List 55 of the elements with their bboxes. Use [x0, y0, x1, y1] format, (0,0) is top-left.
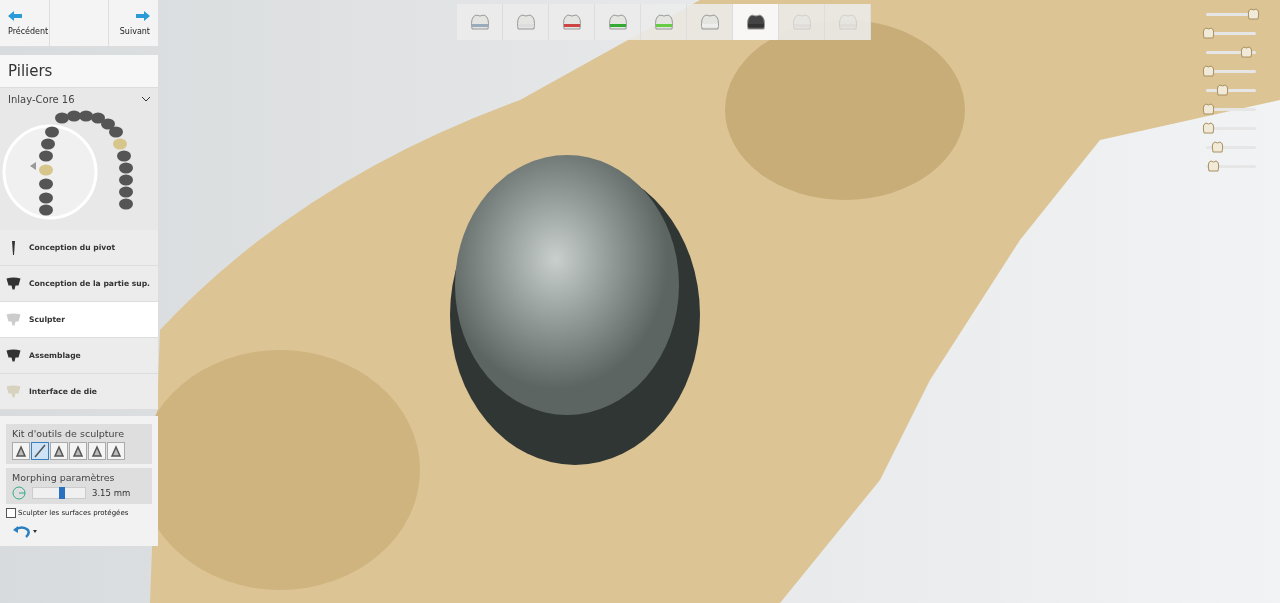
- tooth-icon[interactable]: [1202, 103, 1215, 116]
- abutment-icon: [6, 349, 21, 362]
- sculpt-tool[interactable]: [31, 442, 49, 460]
- sculpt-tool[interactable]: [107, 442, 125, 460]
- workflow-tool[interactable]: [733, 4, 779, 40]
- tooth[interactable]: [91, 112, 105, 124]
- morphing-title: Morphing paramètres: [12, 472, 116, 483]
- sculpt-tool[interactable]: [12, 442, 30, 460]
- tooth-icon[interactable]: [1240, 46, 1254, 59]
- tooth[interactable]: [45, 126, 59, 138]
- tooth[interactable]: [119, 162, 133, 174]
- tooth-icon[interactable]: [1206, 160, 1220, 173]
- morphing-slider[interactable]: [32, 487, 86, 499]
- tooth[interactable]: [39, 178, 53, 190]
- tooth[interactable]: [39, 204, 53, 216]
- tooth-icon[interactable]: [1202, 27, 1215, 40]
- undo-icon: [12, 524, 38, 538]
- tooth[interactable]: [55, 112, 69, 124]
- tooth-icon[interactable]: [1211, 141, 1224, 154]
- tooth[interactable]: [39, 192, 53, 204]
- tooth[interactable]: [41, 138, 55, 150]
- tooth-icon[interactable]: [1247, 8, 1260, 21]
- tooth[interactable]: [67, 110, 81, 122]
- sculpt-tool[interactable]: [50, 442, 68, 460]
- morphing-value: 3.15 mm: [92, 488, 131, 498]
- tooth[interactable]: [119, 198, 133, 210]
- sculpt-tool-icon: [90, 444, 104, 458]
- tooth[interactable]: [101, 118, 115, 130]
- sculpt-tool-icon: [52, 444, 66, 458]
- tooth[interactable]: [109, 126, 123, 138]
- toolkit-title: Kit d'outils de sculpture: [12, 428, 126, 439]
- panel-title: Piliers: [0, 55, 158, 88]
- tooth-icon[interactable]: [1202, 122, 1215, 135]
- tooth[interactable]: [39, 150, 53, 162]
- sculpt-tool[interactable]: [69, 442, 87, 460]
- post-icon: [12, 240, 15, 255]
- left-arrow-icon: [8, 10, 22, 21]
- sculpt-tool-icon: [33, 444, 47, 458]
- abutment-icon: [6, 277, 21, 290]
- tooth[interactable]: [79, 110, 93, 122]
- chevron-down-icon: [142, 96, 150, 102]
- tooth-icon[interactable]: [1215, 84, 1229, 97]
- sculpt-tool-icon: [14, 444, 28, 458]
- sculpt-tool[interactable]: [88, 442, 106, 460]
- tooth[interactable]: [117, 150, 131, 162]
- tooth[interactable]: [119, 186, 133, 198]
- sculpt-tool-icon: [109, 444, 123, 458]
- pointer-icon: [30, 162, 36, 170]
- right-arrow-icon: [136, 10, 150, 21]
- abutment-icon: [6, 385, 21, 398]
- tooth-icon[interactable]: [1202, 65, 1215, 78]
- radius-icon: [12, 486, 26, 500]
- sculpt-tool-icon: [71, 444, 85, 458]
- tooth[interactable]: [119, 174, 133, 186]
- abutment-icon: [6, 313, 21, 326]
